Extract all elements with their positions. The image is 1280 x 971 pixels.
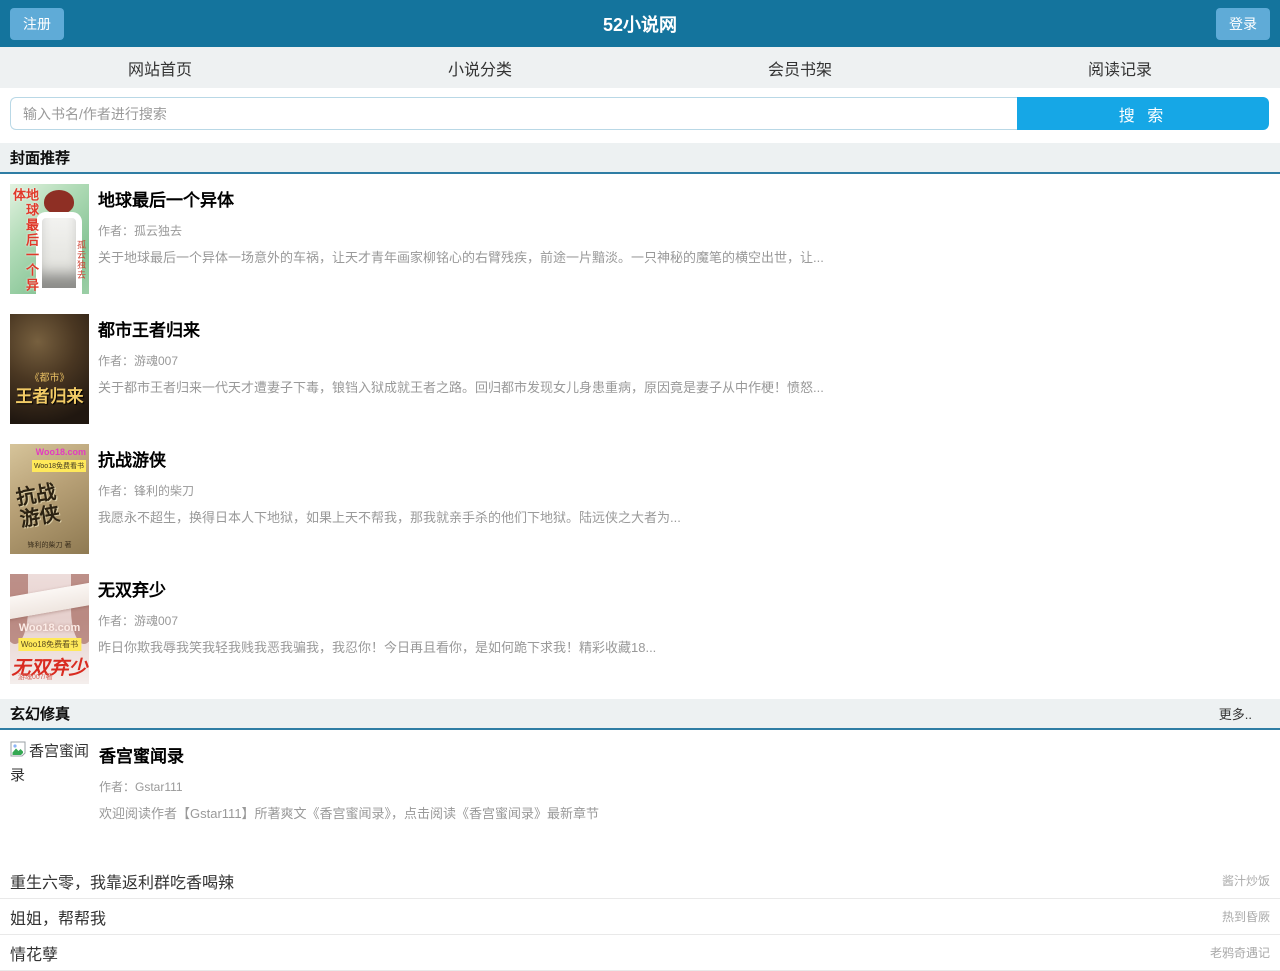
book-author: 作者：游魂007 bbox=[98, 612, 1270, 629]
book-info: 香宫蜜闻录 作者：Gstar111 欢迎阅读作者【Gstar111】所著爽文《香… bbox=[99, 740, 1270, 822]
cover-vertical-title: 地球最后一个异体 bbox=[12, 188, 38, 294]
book-description: 关于都市王者归来一代天才遭妻子下毒，锒铛入狱成就王者之路。回归都市发现女儿身患重… bbox=[98, 377, 1270, 396]
book-description: 关于地球最后一个异体一场意外的车祸，让天才青年画家柳铭心的右臂残疾，前途一片黯淡… bbox=[98, 247, 1270, 266]
book-cover[interactable]: Woo18.com Woo18免费看书 抗战游侠 锋利的柴刀 著 bbox=[10, 444, 89, 554]
novel-ranking-list: 重生六零，我靠返利群吃香喝辣 酱汁炒饭 姐姐，帮帮我 热到昏厥 情花孽 老鸦奇遇… bbox=[0, 863, 1280, 971]
cover-byline: 游魂007/著 bbox=[18, 672, 53, 682]
book-item[interactable]: 香宫蜜闻录 香宫蜜闻录 作者：Gstar111 欢迎阅读作者【Gstar111】… bbox=[0, 730, 1280, 822]
topbar: 注册 52小说网 登录 bbox=[0, 0, 1280, 47]
section-header: 封面推荐 bbox=[0, 143, 1280, 174]
section-title: 玄幻修真 bbox=[10, 703, 70, 724]
cover-author-text: 孤云独去 bbox=[75, 240, 88, 280]
book-cover[interactable]: 地球最后一个异体 孤云独去 bbox=[10, 184, 89, 294]
book-description: 欢迎阅读作者【Gstar111】所著爽文《香宫蜜闻录》，点击阅读《香宫蜜闻录》最… bbox=[99, 803, 1270, 822]
book-title[interactable]: 无双弃少 bbox=[98, 576, 1270, 601]
cover-main-title: 王者归来 bbox=[10, 382, 89, 407]
book-info: 抗战游侠 作者：锋利的柴刀 我愿永不超生，换得日本人下地狱，如果上天不帮我，那我… bbox=[98, 444, 1270, 554]
book-description: 昨日你欺我辱我笑我轻我贱我恶我骗我，我忍你！今日再且看你，是如何跪下求我！精彩收… bbox=[98, 637, 1270, 656]
register-button[interactable]: 注册 bbox=[10, 8, 64, 40]
novel-author: 热到昏厥 bbox=[1222, 908, 1270, 925]
section-cover-recommend: 封面推荐 地球最后一个异体 孤云独去 地球最后一个异体 作者：孤云独去 关于地球… bbox=[0, 143, 1280, 684]
novel-author: 酱汁炒饭 bbox=[1222, 872, 1270, 889]
cover-banner-text: Woo18免费看书 bbox=[32, 460, 86, 472]
novel-title[interactable]: 重生六零，我靠返利群吃香喝辣 bbox=[10, 869, 234, 893]
book-info: 地球最后一个异体 作者：孤云独去 关于地球最后一个异体一场意外的车祸，让天才青年… bbox=[98, 184, 1270, 294]
section-xuanhuan: 玄幻修真 更多.. 香宫蜜闻录 香宫蜜闻录 作者：Gstar111 欢迎阅读作者… bbox=[0, 699, 1280, 822]
book-cover[interactable]: 《都市》 王者归来 bbox=[10, 314, 89, 424]
book-author: 作者：孤云独去 bbox=[98, 222, 1270, 239]
section-header: 玄幻修真 更多.. bbox=[0, 699, 1280, 730]
novel-author: 老鸦奇遇记 bbox=[1210, 944, 1270, 961]
book-info: 都市王者归来 作者：游魂007 关于都市王者归来一代天才遭妻子下毒，锒铛入狱成就… bbox=[98, 314, 1270, 424]
book-item[interactable]: 《都市》 王者归来 都市王者归来 作者：游魂007 关于都市王者归来一代天才遭妻… bbox=[0, 304, 1280, 424]
book-item[interactable]: Woo18.com Woo18免费看书 抗战游侠 锋利的柴刀 著 抗战游侠 作者… bbox=[0, 434, 1280, 554]
search-input[interactable] bbox=[10, 97, 1017, 130]
cover-main-title: 抗战游侠 bbox=[15, 481, 66, 532]
nav-item-bookshelf[interactable]: 会员书架 bbox=[640, 56, 960, 80]
site-title: 52小说网 bbox=[64, 11, 1216, 37]
list-item[interactable]: 情花孽 老鸦奇遇记 bbox=[0, 935, 1280, 971]
book-info: 无双弃少 作者：游魂007 昨日你欺我辱我笑我轻我贱我恶我骗我，我忍你！今日再且… bbox=[98, 574, 1270, 684]
book-title[interactable]: 抗战游侠 bbox=[98, 446, 1270, 471]
nav-item-history[interactable]: 阅读记录 bbox=[960, 56, 1280, 80]
more-link[interactable]: 更多.. bbox=[1219, 704, 1270, 723]
broken-cover: 香宫蜜闻录 bbox=[10, 740, 90, 822]
cover-banner-text: Woo18免费看书 bbox=[18, 638, 81, 651]
book-title[interactable]: 香宫蜜闻录 bbox=[99, 742, 1270, 767]
cover-site-text: Woo18.com bbox=[10, 622, 89, 634]
broken-image-icon bbox=[10, 741, 28, 764]
list-item[interactable]: 姐姐，帮帮我 热到昏厥 bbox=[0, 899, 1280, 935]
book-item[interactable]: Woo18.com Woo18免费看书 无双弃少 游魂007/著 无双弃少 作者… bbox=[0, 564, 1280, 684]
book-title[interactable]: 都市王者归来 bbox=[98, 316, 1270, 341]
search-button[interactable]: 搜 索 bbox=[1017, 97, 1269, 130]
search-bar: 搜 索 bbox=[0, 88, 1280, 143]
section-title: 封面推荐 bbox=[10, 147, 70, 168]
novel-title[interactable]: 姐姐，帮帮我 bbox=[10, 905, 106, 929]
book-item[interactable]: 地球最后一个异体 孤云独去 地球最后一个异体 作者：孤云独去 关于地球最后一个异… bbox=[0, 174, 1280, 294]
list-item[interactable]: 重生六零，我靠返利群吃香喝辣 酱汁炒饭 bbox=[0, 863, 1280, 899]
book-title[interactable]: 地球最后一个异体 bbox=[98, 186, 1270, 211]
login-button[interactable]: 登录 bbox=[1216, 8, 1270, 40]
main-nav: 网站首页 小说分类 会员书架 阅读记录 bbox=[0, 47, 1280, 88]
nav-item-home[interactable]: 网站首页 bbox=[0, 56, 320, 80]
novel-title[interactable]: 情花孽 bbox=[10, 941, 58, 965]
book-author: 作者：锋利的柴刀 bbox=[98, 482, 1270, 499]
book-description: 我愿永不超生，换得日本人下地狱，如果上天不帮我，那我就亲手杀的他们下地狱。陆远侠… bbox=[98, 507, 1270, 526]
book-author: 作者：游魂007 bbox=[98, 352, 1270, 369]
cover-figure-hair bbox=[44, 190, 74, 214]
cover-site-text: Woo18.com bbox=[36, 447, 86, 457]
cover-byline: 锋利的柴刀 著 bbox=[10, 540, 89, 550]
nav-item-categories[interactable]: 小说分类 bbox=[320, 56, 640, 80]
book-author: 作者：Gstar111 bbox=[99, 778, 1270, 795]
book-cover[interactable]: Woo18.com Woo18免费看书 无双弃少 游魂007/著 bbox=[10, 574, 89, 684]
